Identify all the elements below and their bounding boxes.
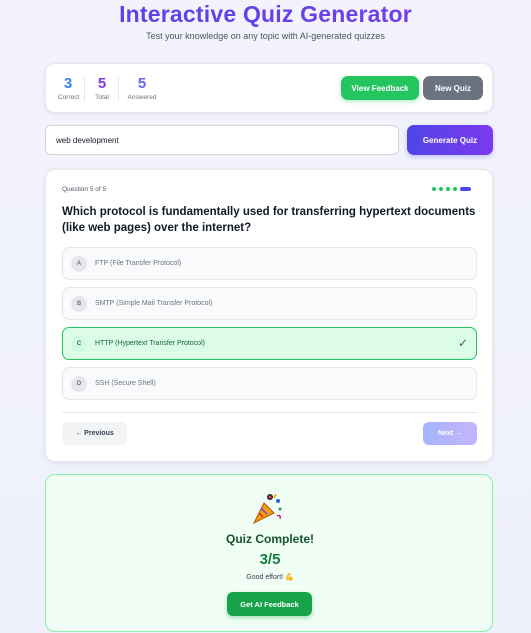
option-label: HTTP (Hypertext Transfer Protocol) <box>95 340 205 347</box>
stat-divider <box>84 77 85 101</box>
answer-option-b[interactable]: B SMTP (Simple Mail Transfer Protocol) <box>62 287 477 320</box>
answer-option-d[interactable]: D SSH (Secure Shell) <box>62 367 477 400</box>
app-title: Interactive Quiz Generator <box>0 0 531 28</box>
view-feedback-button[interactable]: View Feedback <box>341 76 419 100</box>
option-letter: B <box>71 295 87 312</box>
generate-quiz-button[interactable]: Generate Quiz <box>407 125 493 155</box>
stat-total-value: 5 <box>97 75 107 92</box>
stat-correct-label: Correct <box>58 94 80 101</box>
final-score: 3/5 <box>259 551 281 568</box>
option-label: FTP (File Transfer Protocol) <box>95 260 182 267</box>
option-label: SSH (Secure Shell) <box>95 380 156 387</box>
result-message: Good effort! 💪 <box>246 574 294 581</box>
new-quiz-button[interactable]: New Quiz <box>423 76 483 100</box>
stat-correct-value: 3 <box>63 75 73 92</box>
app-subtitle: Test your knowledge on any topic with AI… <box>146 31 385 41</box>
stat-answered-label: Answered <box>127 94 157 101</box>
progress-dots <box>432 187 471 191</box>
stat-divider <box>118 77 119 101</box>
option-letter: C <box>71 335 87 352</box>
stat-correct: 3 Correct <box>58 75 80 102</box>
stats-card: 3 Correct 5 Total 5 Answered View Feedba… <box>45 63 493 113</box>
progress-dot-completed <box>439 187 443 191</box>
checkmark-icon: ✓ <box>457 336 468 350</box>
answer-option-c[interactable]: C HTTP (Hypertext Transfer Protocol) ✓ <box>62 327 477 360</box>
question-text: Which protocol is fundamentally used for… <box>62 206 476 234</box>
quiz-complete-card: Quiz Complete! 3/5 Good effort! 💪 Get AI… <box>45 474 493 632</box>
topic-input[interactable]: web development <box>45 125 399 155</box>
next-button[interactable]: Next → <box>423 422 477 445</box>
option-label: SMTP (Simple Mail Transfer Protocol) <box>95 300 213 307</box>
get-ai-feedback-button[interactable]: Get AI Feedback <box>227 592 312 616</box>
question-number: Question 5 of 5 <box>62 186 107 193</box>
progress-dot-completed <box>432 187 436 191</box>
option-letter: D <box>71 375 87 392</box>
stat-answered-value: 5 <box>137 75 147 92</box>
progress-dot-current <box>460 187 471 191</box>
option-letter: A <box>71 255 87 272</box>
progress-dot-completed <box>453 187 457 191</box>
answer-option-a[interactable]: A FTP (File Transfer Protocol) <box>62 247 477 280</box>
quiz-complete-title: Quiz Complete! <box>225 532 314 546</box>
stat-total: 5 Total <box>92 75 112 102</box>
divider <box>62 412 477 413</box>
stat-answered: 5 Answered <box>126 75 158 102</box>
party-popper-icon <box>252 493 282 525</box>
stat-total-label: Total <box>95 94 109 101</box>
progress-dot-completed <box>446 187 450 191</box>
quiz-card: Question 5 of 5 Which protocol is fundam… <box>45 169 493 462</box>
previous-button[interactable]: ← Previous <box>62 422 127 445</box>
